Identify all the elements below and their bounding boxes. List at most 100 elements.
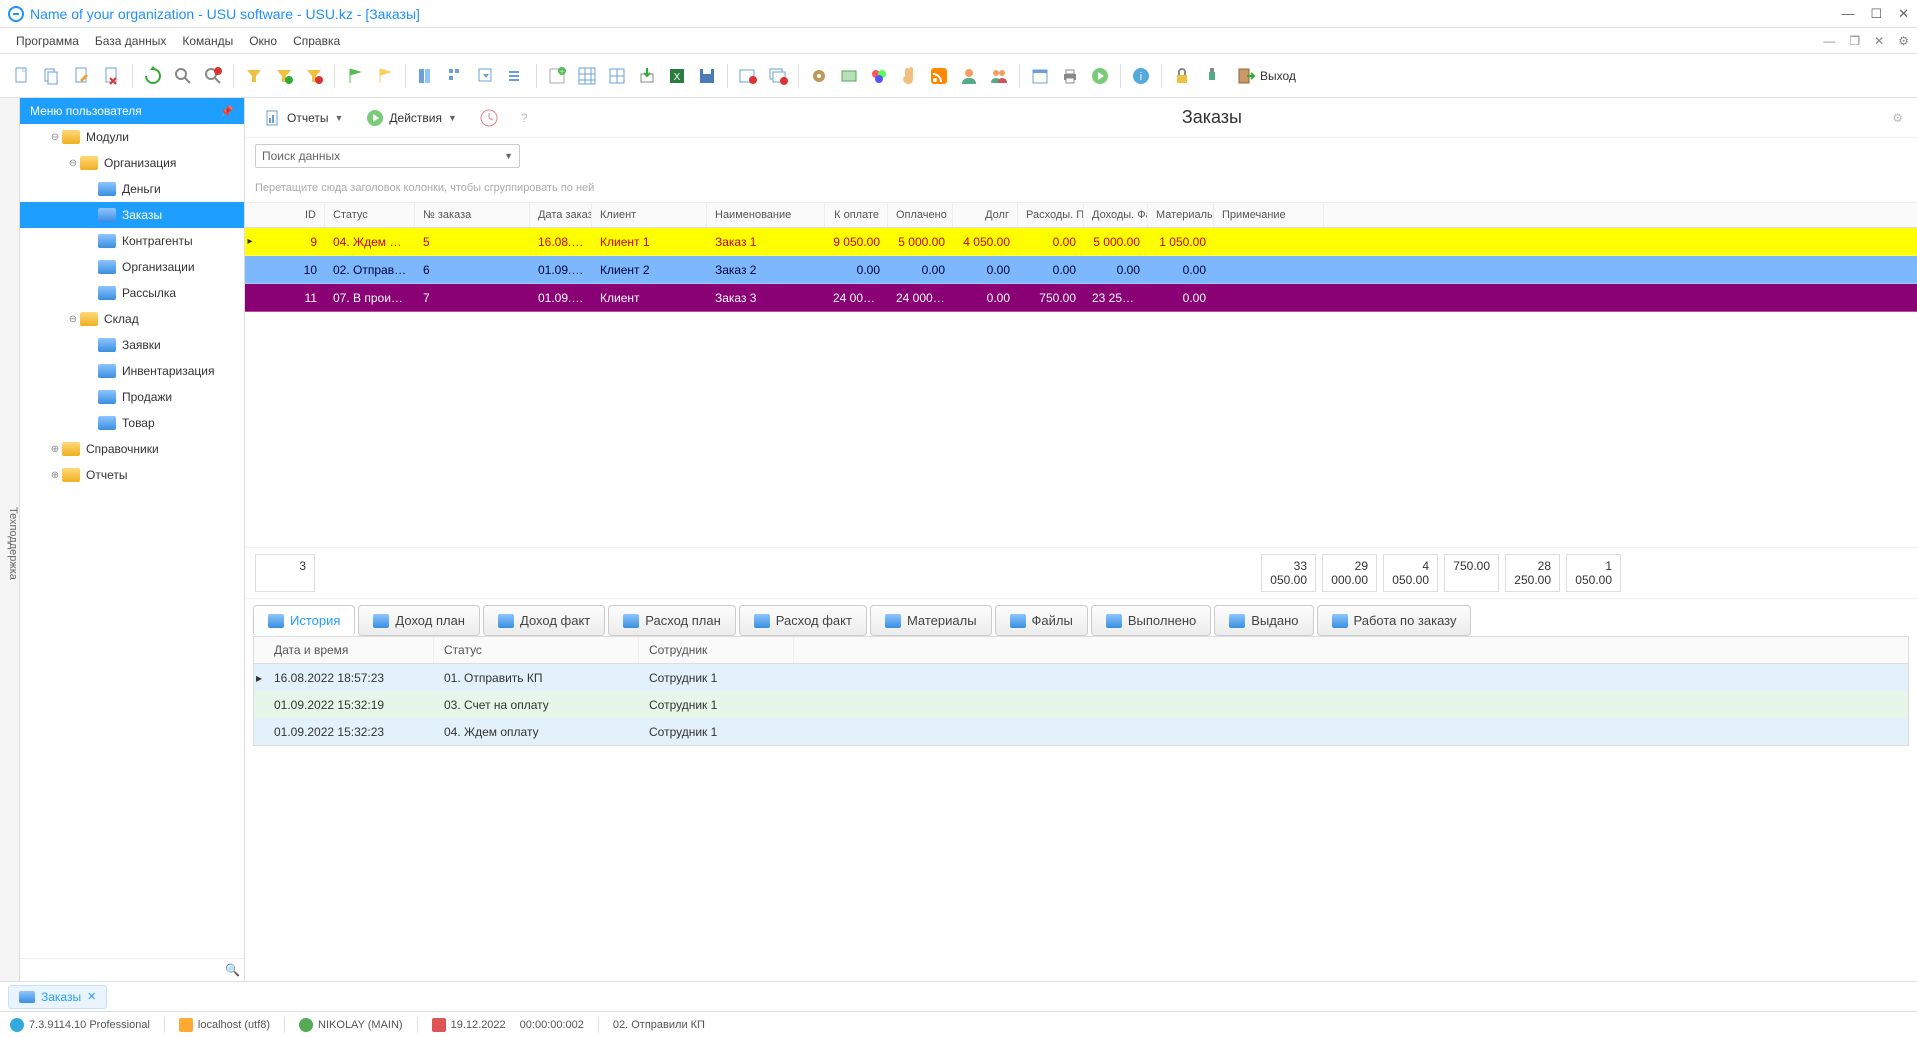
expand-icon[interactable]: ⊖: [66, 158, 80, 169]
user-icon[interactable]: [955, 62, 983, 90]
tree-node-6[interactable]: Рассылка: [20, 280, 244, 306]
tree-node-13[interactable]: ⊕Отчеты: [20, 462, 244, 488]
support-tab[interactable]: Техподдержка: [0, 98, 20, 981]
copy-doc-icon[interactable]: [38, 62, 66, 90]
grid-small-icon[interactable]: [603, 62, 631, 90]
tree-node-5[interactable]: Организации: [20, 254, 244, 280]
filter-off-icon[interactable]: [300, 62, 328, 90]
grid-row[interactable]: ▸904. Ждем оплату516.08.2022Клиент 1Зака…: [245, 228, 1917, 256]
col-paid[interactable]: Оплачено: [888, 203, 953, 227]
help-small-button[interactable]: ?: [513, 107, 536, 129]
import-icon[interactable]: [633, 62, 661, 90]
new-doc-icon[interactable]: [8, 62, 36, 90]
menu-database[interactable]: База данных: [87, 30, 174, 52]
grid-row[interactable]: 1002. Отправили ...601.09.2022Клиент 2За…: [245, 256, 1917, 284]
view-dropdown-icon[interactable]: [472, 62, 500, 90]
plug-icon[interactable]: [1198, 62, 1226, 90]
edit-doc-icon[interactable]: [68, 62, 96, 90]
detail-tab-0[interactable]: История: [253, 605, 355, 636]
tree-icon[interactable]: [442, 62, 470, 90]
detail-tab-9[interactable]: Работа по заказу: [1317, 605, 1472, 636]
mdi-restore-button[interactable]: ❐: [1849, 34, 1860, 48]
content-gear-icon[interactable]: ⚙: [1888, 107, 1907, 129]
grid-row[interactable]: 1107. В производ...701.09.2022КлиентЗака…: [245, 284, 1917, 312]
save-icon[interactable]: [693, 62, 721, 90]
color-icon[interactable]: [865, 62, 893, 90]
reports-button[interactable]: Отчеты ▼: [255, 104, 351, 132]
task-tab-close-icon[interactable]: ✕: [87, 990, 96, 1003]
col-date[interactable]: Дата заказа: [530, 203, 592, 227]
tree-node-10[interactable]: Продажи: [20, 384, 244, 410]
refresh-icon[interactable]: [139, 62, 167, 90]
lock-icon[interactable]: [1168, 62, 1196, 90]
tree-node-7[interactable]: ⊖Склад: [20, 306, 244, 332]
calendar-icon[interactable]: [1026, 62, 1054, 90]
tree-node-12[interactable]: ⊕Справочники: [20, 436, 244, 462]
mdi-close-button[interactable]: ✕: [1874, 34, 1884, 48]
print-icon[interactable]: [1056, 62, 1084, 90]
minimize-button[interactable]: —: [1841, 6, 1854, 22]
add-icon[interactable]: +: [543, 62, 571, 90]
menu-window[interactable]: Окно: [241, 30, 285, 52]
expand-icon[interactable]: ⊕: [48, 470, 62, 481]
detail-tab-6[interactable]: Файлы: [995, 605, 1088, 636]
col-topay[interactable]: К оплате: [825, 203, 888, 227]
tree-node-4[interactable]: Контрагенты: [20, 228, 244, 254]
expand-icon[interactable]: ⊕: [48, 444, 62, 455]
screenshot-icon[interactable]: [835, 62, 863, 90]
filter-on-icon[interactable]: [270, 62, 298, 90]
col-id[interactable]: ID: [255, 203, 325, 227]
search-icon[interactable]: [169, 62, 197, 90]
detail-tab-2[interactable]: Доход факт: [483, 605, 605, 636]
excel-icon[interactable]: X: [663, 62, 691, 90]
col-name[interactable]: Наименование: [707, 203, 825, 227]
detail-tab-4[interactable]: Расход факт: [739, 605, 867, 636]
tree-node-3[interactable]: Заказы: [20, 202, 244, 228]
hcol-employee[interactable]: Сотрудник: [639, 637, 794, 663]
col-client[interactable]: Клиент: [592, 203, 707, 227]
rss-icon[interactable]: [925, 62, 953, 90]
search-cancel-icon[interactable]: [199, 62, 227, 90]
detail-tab-7[interactable]: Выполнено: [1091, 605, 1211, 636]
col-note[interactable]: Примечание: [1214, 203, 1324, 227]
col-number[interactable]: № заказа: [415, 203, 530, 227]
col-income-fact[interactable]: Доходы. Факт: [1084, 203, 1148, 227]
hand-icon[interactable]: [895, 62, 923, 90]
actions-button[interactable]: Действия ▼: [357, 104, 465, 132]
columns-icon[interactable]: [412, 62, 440, 90]
tree-node-1[interactable]: ⊖Организация: [20, 150, 244, 176]
history-row[interactable]: 01.09.2022 15:32:2304. Ждем оплатуСотруд…: [254, 718, 1908, 745]
detail-tab-5[interactable]: Материалы: [870, 605, 992, 636]
hcol-status[interactable]: Статус: [434, 637, 639, 663]
expand-icon[interactable]: ⊖: [48, 132, 62, 143]
search-input[interactable]: Поиск данных ▼: [255, 144, 520, 168]
tree-node-11[interactable]: Товар: [20, 410, 244, 436]
expand-icon[interactable]: ⊖: [66, 314, 80, 325]
tree-node-9[interactable]: Инвентаризация: [20, 358, 244, 384]
pin-icon[interactable]: 📌: [220, 105, 234, 118]
detail-tab-3[interactable]: Расход план: [608, 605, 736, 636]
delete-doc-icon[interactable]: [98, 62, 126, 90]
detail-tab-8[interactable]: Выдано: [1214, 605, 1313, 636]
info-icon[interactable]: i: [1127, 62, 1155, 90]
tree-search-icon[interactable]: 🔍: [225, 963, 240, 977]
menu-program[interactable]: Программа: [8, 30, 87, 52]
filter-icon[interactable]: [240, 62, 268, 90]
hcol-datetime[interactable]: Дата и время: [264, 637, 434, 663]
col-materials[interactable]: Материалы: [1148, 203, 1214, 227]
mdi-minimize-button[interactable]: —: [1823, 34, 1835, 48]
forward-icon[interactable]: [1086, 62, 1114, 90]
flag-yellow-icon[interactable]: [371, 62, 399, 90]
tree-node-8[interactable]: Заявки: [20, 332, 244, 358]
close-button[interactable]: ✕: [1898, 6, 1909, 22]
flag-green-icon[interactable]: [341, 62, 369, 90]
users-icon[interactable]: [985, 62, 1013, 90]
menu-help[interactable]: Справка: [285, 30, 348, 52]
gear-icon[interactable]: [805, 62, 833, 90]
col-debt[interactable]: Долг: [953, 203, 1018, 227]
menu-commands[interactable]: Команды: [174, 30, 241, 52]
col-status[interactable]: Статус: [325, 203, 415, 227]
col-expenses-plan[interactable]: Расходы. План: [1018, 203, 1084, 227]
history-row[interactable]: 01.09.2022 15:32:1903. Счет на оплатуСот…: [254, 691, 1908, 718]
clock-button[interactable]: [471, 104, 507, 132]
